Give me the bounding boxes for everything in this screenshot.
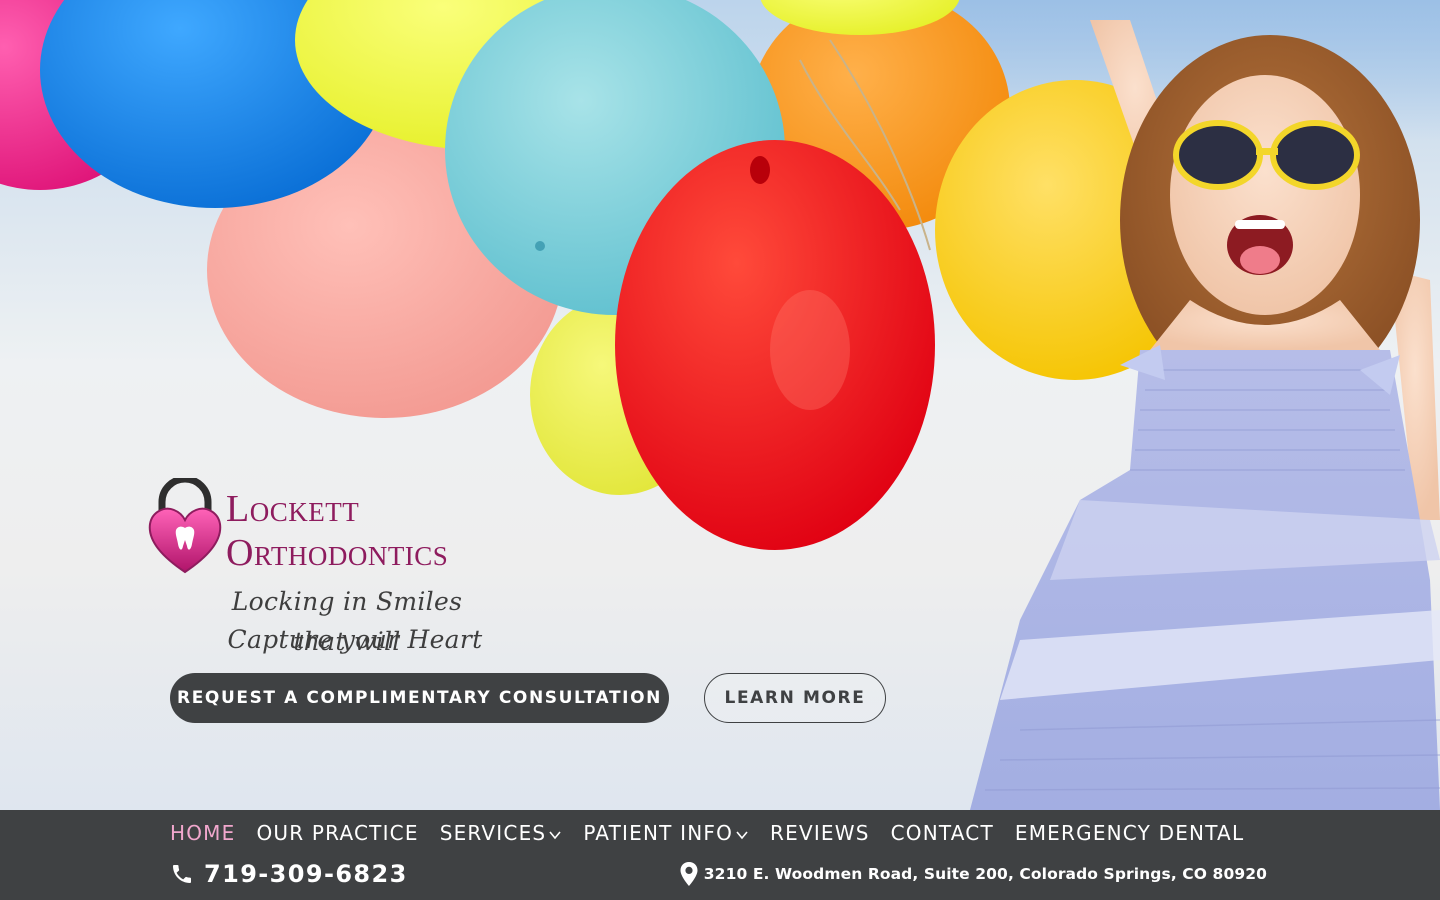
heart-lock-icon <box>148 478 222 574</box>
phone-icon <box>173 865 191 883</box>
chevron-down-icon <box>549 831 561 840</box>
nav-item-label: HOME <box>170 821 236 845</box>
brand-name-line2: Orthodontics <box>226 532 449 574</box>
request-consultation-button[interactable]: REQUEST A COMPLIMENTARY CONSULTATION <box>170 673 669 723</box>
chevron-down-icon <box>736 831 748 840</box>
address-text: 3210 E. Woodmen Road, Suite 200, Colorad… <box>703 865 1267 883</box>
nav-item-label: REVIEWS <box>770 821 870 845</box>
nav-item-contact[interactable]: CONTACT <box>891 821 994 845</box>
nav-item-label: EMERGENCY DENTAL <box>1014 821 1245 845</box>
nav-item-label: OUR PRACTICE <box>256 821 419 845</box>
phone-link[interactable]: 719-309-6823 <box>170 860 408 888</box>
phone-number: 719-309-6823 <box>204 860 408 888</box>
nav-item-patient-info[interactable]: PATIENT INFO <box>583 821 749 845</box>
nav-item-label: CONTACT <box>890 821 994 845</box>
girl-image <box>970 20 1440 810</box>
nav-item-our-practice[interactable]: OUR PRACTICE <box>256 821 418 845</box>
nav-item-services[interactable]: SERVICES <box>440 821 563 845</box>
map-pin-icon <box>680 862 698 886</box>
hero-banner: Lockett Orthodontics Locking in Smiles t… <box>0 0 1440 810</box>
brand-name-line1: Lockett <box>226 488 360 530</box>
nav-item-label: PATIENT INFO <box>583 821 734 845</box>
nav-menu: HOME OUR PRACTICE SERVICES PATIENT INFO … <box>170 818 1265 848</box>
address-link[interactable]: 3210 E. Woodmen Road, Suite 200, Colorad… <box>680 862 1267 886</box>
contact-row: 719-309-6823 3210 E. Woodmen Road, Suite… <box>170 860 1270 894</box>
main-navbar: HOME OUR PRACTICE SERVICES PATIENT INFO … <box>0 810 1440 900</box>
nav-item-reviews[interactable]: REVIEWS <box>770 821 870 845</box>
brand-logo[interactable]: Lockett Orthodontics Locking in Smiles t… <box>148 478 568 658</box>
tagline-line2: Capture your Heart <box>227 625 483 654</box>
learn-more-button[interactable]: LEARN MORE <box>704 673 886 723</box>
nav-item-home[interactable]: HOME <box>170 821 235 845</box>
nav-item-emergency-dental[interactable]: EMERGENCY DENTAL <box>1015 821 1244 845</box>
nav-item-label: SERVICES <box>439 821 547 845</box>
